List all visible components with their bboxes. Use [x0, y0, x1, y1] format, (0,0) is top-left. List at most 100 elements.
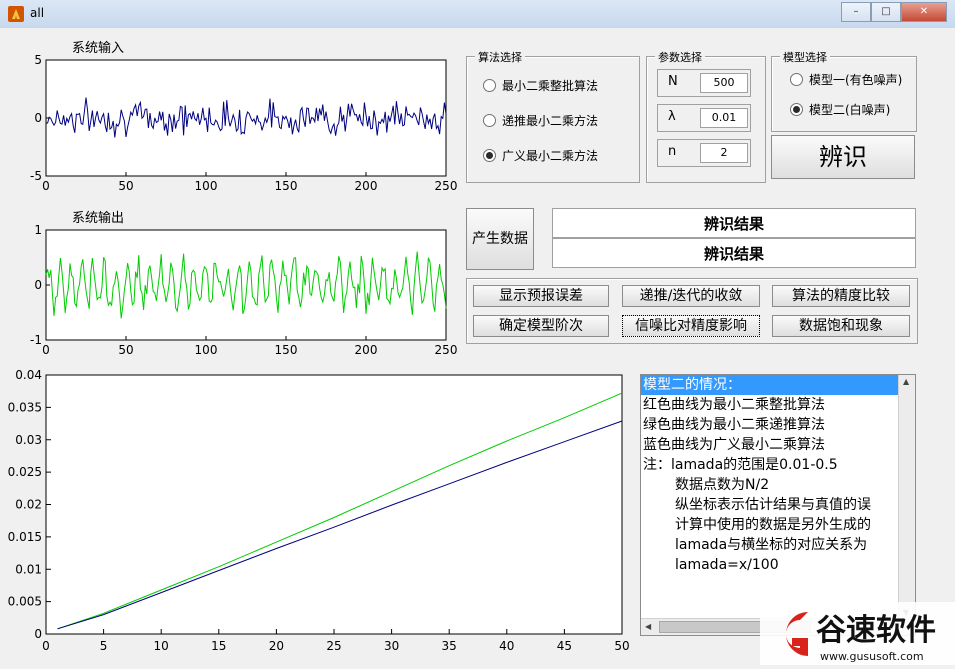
x-tick-label: 250 — [435, 179, 458, 193]
radio-icon[interactable] — [483, 114, 496, 127]
x-tick-label: 45 — [557, 639, 572, 653]
model-panel-title: 模型选择 — [780, 49, 830, 65]
x-tick-label: 200 — [355, 179, 378, 193]
algorithm-panel-title: 算法选择 — [475, 49, 525, 65]
info-list-lines: 模型二的情况： 红色曲线为最小二乘整批算法 绿色曲线为最小二乘递推算法 蓝色曲线为广义… — [641, 375, 915, 575]
x-tick-label: 200 — [355, 343, 378, 357]
y-tick-label: 0.015 — [8, 530, 42, 544]
radio-icon[interactable] — [483, 79, 496, 92]
input-axes: 0 50 100 150 200 25050-5 — [30, 53, 458, 193]
radio-batch-ls[interactable]: 最小二乘整批算法 — [483, 77, 598, 94]
y-tick-label: 0.035 — [8, 400, 42, 414]
vertical-scrollbar[interactable]: ▲ ▼ — [898, 375, 915, 619]
parameter-panel-title: 参数选择 — [655, 49, 705, 65]
algorithm-panel: 算法选择 最小二乘整批算法 递推最小二乘方法 广义最小二乘方法 — [466, 49, 640, 183]
x-tick-label: 30 — [384, 639, 399, 653]
radio-generalized-ls[interactable]: 广义最小二乘方法 — [483, 147, 598, 164]
list-item[interactable]: 纵坐标表示估计结果与真值的误 — [641, 495, 915, 515]
y-tick-label: 0.03 — [15, 433, 42, 447]
x-tick-label: 50 — [614, 639, 629, 653]
param-lambda-input[interactable]: 0.01 — [700, 108, 748, 128]
radio-icon[interactable] — [790, 103, 803, 116]
y-tick-label: 0 — [34, 111, 42, 125]
y-tick-label: 0.025 — [8, 465, 42, 479]
param-label: λ — [668, 109, 676, 124]
matlab-icon — [8, 6, 24, 22]
x-tick-label: 0 — [42, 179, 50, 193]
x-tick-label: 35 — [442, 639, 457, 653]
precision-compare-button[interactable]: 算法的精度比较 — [772, 285, 910, 307]
radio-label: 模型一(有色噪声) — [809, 73, 903, 87]
maximize-icon[interactable]: □ — [871, 2, 901, 22]
convergence-button[interactable]: 递推/迭代的收敛 — [622, 285, 760, 307]
y-tick-label: 5 — [34, 53, 42, 67]
list-item[interactable]: lamada与横坐标的对应关系为 — [641, 535, 915, 555]
y-tick-label: 0.04 — [15, 368, 42, 382]
snr-precision-button[interactable]: 信噪比对精度影响 — [622, 315, 760, 337]
param-n-input[interactable]: 500 — [700, 73, 748, 93]
scroll-up-icon[interactable]: ▲ — [903, 377, 909, 386]
x-tick-label: 50 — [118, 343, 133, 357]
param-label: n — [668, 144, 677, 159]
list-item[interactable]: 绿色曲线为最小二乘递推算法 — [641, 415, 915, 435]
model-order-button[interactable]: 确定模型阶次 — [473, 315, 609, 337]
scroll-left-icon[interactable]: ◀ — [645, 622, 651, 631]
result-text-2: 辨识结果 — [552, 238, 916, 268]
radio-model-colored-noise[interactable]: 模型一(有色噪声) — [790, 71, 902, 88]
list-item[interactable]: 模型二的情况： — [641, 375, 915, 395]
param-order-row: n 2 — [657, 139, 751, 167]
data-saturation-button[interactable]: 数据饱和现象 — [772, 315, 910, 337]
param-n-row: N 500 — [657, 69, 751, 97]
model-panel: 模型选择 模型一(有色噪声) 模型二(白噪声) — [771, 49, 917, 132]
x-tick-label: 150 — [275, 343, 298, 357]
list-item[interactable]: 计算中使用的数据是另外生成的 — [641, 515, 915, 535]
output-axes: 0 50 100 150 200 25010-1 — [30, 223, 457, 357]
x-tick-label: 0 — [42, 639, 50, 653]
precision-chart: 0 5 10 15 20 25 30 35 40 45 50 0.04 0.035 0.03 0.025 0.… — [8, 368, 630, 653]
window-title: all — [30, 6, 45, 20]
list-item[interactable]: 注：lamada的范围是0.01-0.5 — [641, 455, 915, 475]
radio-label: 模型二(白噪声) — [809, 103, 891, 117]
radio-label: 最小二乘整批算法 — [502, 79, 599, 93]
result-text-1: 辨识结果 — [552, 208, 916, 238]
minimize-icon[interactable]: – — [841, 2, 871, 22]
analysis-buttons-panel: 显示预报误差 递推/迭代的收敛 算法的精度比较 确定模型阶次 信噪比对精度影响 … — [466, 278, 918, 344]
param-order-input[interactable]: 2 — [700, 143, 748, 163]
svg-text:www.gususoft.com: www.gususoft.com — [820, 650, 924, 663]
y-tick-label: 0 — [34, 627, 42, 641]
svg-text:谷速软件: 谷速软件 — [816, 613, 936, 648]
radio-recursive-ls[interactable]: 递推最小二乘方法 — [483, 112, 598, 129]
window-controls: – □ ✕ — [841, 2, 947, 22]
x-tick-label: 40 — [499, 639, 514, 653]
list-item[interactable]: 蓝色曲线为广义最小二乘算法 — [641, 435, 915, 455]
gususoft-logo-icon: 谷速软件 www.gususoft.com — [760, 602, 955, 665]
param-label: N — [668, 74, 678, 89]
y-tick-label: 0.01 — [15, 562, 42, 576]
show-error-button[interactable]: 显示预报误差 — [473, 285, 609, 307]
list-item[interactable]: 数据点数为N/2 — [641, 475, 915, 495]
y-tick-label: 0 — [34, 278, 42, 292]
x-tick-label: 0 — [42, 343, 50, 357]
title-bar: all – □ ✕ — [0, 0, 955, 29]
radio-model-white-noise[interactable]: 模型二(白噪声) — [790, 101, 890, 118]
identify-button[interactable]: 辨识 — [771, 135, 915, 179]
x-tick-label: 100 — [195, 343, 218, 357]
y-tick-label: 1 — [34, 223, 42, 237]
watermark-logo: 谷速软件 www.gususoft.com — [760, 602, 955, 665]
list-item[interactable]: lamada=x/100 — [641, 555, 915, 575]
x-tick-label: 5 — [100, 639, 108, 653]
radio-icon[interactable] — [483, 149, 496, 162]
y-tick-label: -5 — [30, 169, 42, 183]
x-tick-label: 100 — [195, 179, 218, 193]
generate-data-button[interactable]: 产生数据 — [466, 208, 534, 270]
radio-label: 递推最小二乘方法 — [502, 114, 599, 128]
info-listbox[interactable]: 模型二的情况： 红色曲线为最小二乘整批算法 绿色曲线为最小二乘递推算法 蓝色曲线为广义… — [640, 374, 916, 636]
radio-icon[interactable] — [790, 73, 803, 86]
y-tick-label: 0.02 — [15, 498, 42, 512]
x-tick-label: 50 — [118, 179, 133, 193]
x-tick-label: 25 — [326, 639, 341, 653]
x-tick-label: 10 — [154, 639, 169, 653]
precision-chart-box — [45, 374, 623, 635]
close-icon[interactable]: ✕ — [901, 2, 947, 22]
list-item[interactable]: 红色曲线为最小二乘整批算法 — [641, 395, 915, 415]
